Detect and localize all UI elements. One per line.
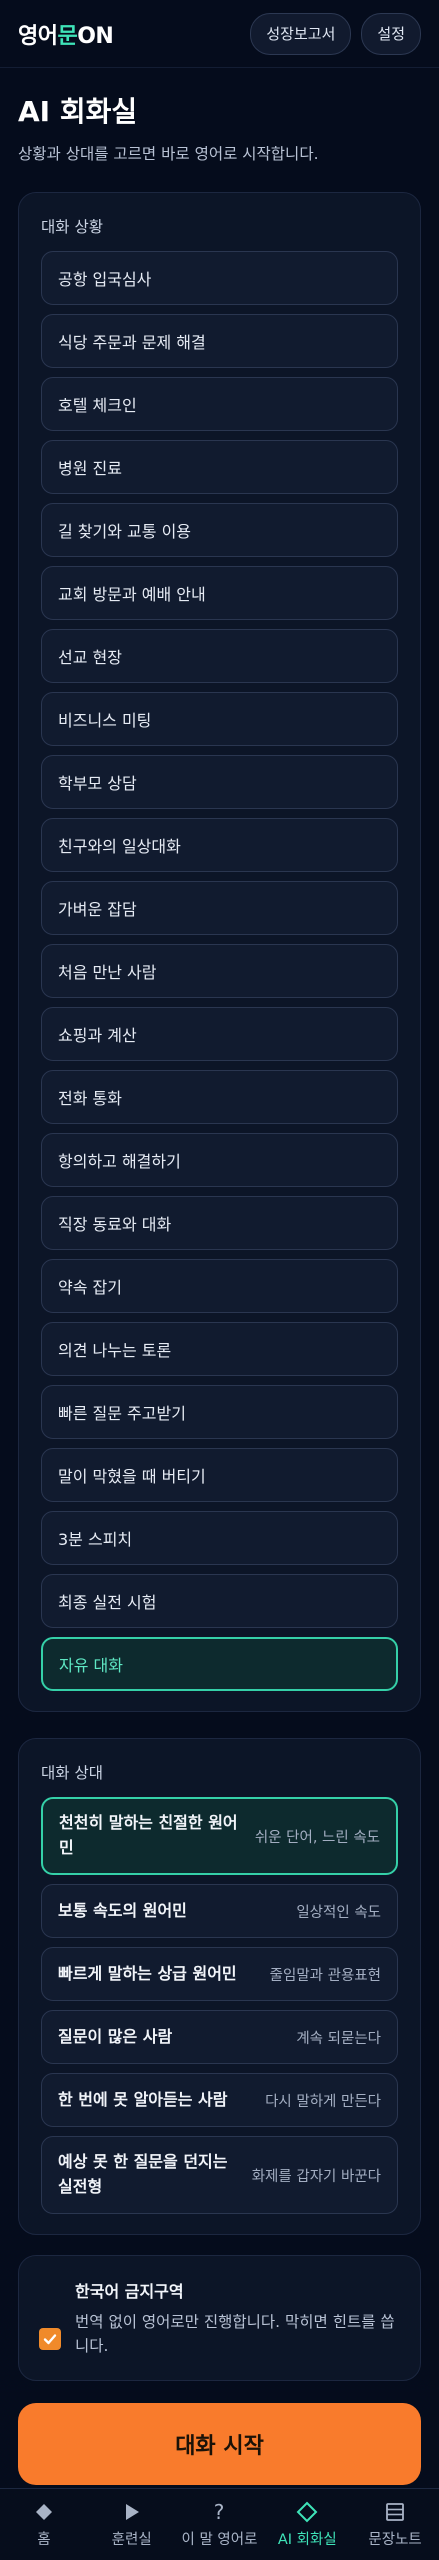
partner-option[interactable]: 예상 못 한 질문을 던지는 실전형 화제를 갑자기 바꾼다 bbox=[41, 2136, 398, 2214]
partner-name: 보통 속도의 원어민 bbox=[58, 1900, 187, 1920]
tab-item[interactable]: ? 이 말 영어로 bbox=[177, 2500, 262, 2549]
tab-item[interactable]: AI 회화실 bbox=[265, 2500, 350, 2549]
situation-label: 대화 상황 bbox=[41, 218, 103, 236]
tab-label: 홈 bbox=[37, 2532, 51, 2548]
situation-card: 대화 상황 공항 입국심사식당 주문과 문제 해결호텔 체크인병원 진료길 찾기… bbox=[18, 192, 421, 1712]
partner-desc: 줄임말과 관용표현 bbox=[269, 1967, 381, 1984]
situation-list: 공항 입국심사식당 주문과 문제 해결호텔 체크인병원 진료길 찾기와 교통 이… bbox=[41, 251, 398, 1691]
partner-name: 한 번에 못 알아듣는 사람 bbox=[58, 2089, 228, 2109]
situation-option[interactable]: 의견 나누는 토론 bbox=[41, 1322, 398, 1376]
start-conversation-button[interactable]: 대화 시작 bbox=[18, 2403, 421, 2486]
partner-option[interactable]: 천천히 말하는 친절한 원어민 쉬운 단어, 느린 속도 bbox=[41, 1797, 398, 1875]
situation-option[interactable]: 직장 동료와 대화 bbox=[41, 1196, 398, 1250]
notes-icon bbox=[385, 2500, 405, 2524]
partner-option[interactable]: 질문이 많은 사람 계속 되묻는다 bbox=[41, 2010, 398, 2064]
situation-option[interactable]: 쇼핑과 계산 bbox=[41, 1007, 398, 1061]
situation-option[interactable]: 자유 대화 bbox=[41, 1637, 398, 1691]
korean-ban-card: 한국어 금지구역 번역 없이 영어로만 진행합니다. 막히면 힌트를 씁니다. bbox=[18, 2255, 421, 2382]
partner-name: 빠르게 말하는 상급 원어민 bbox=[58, 1963, 237, 1983]
situation-option[interactable]: 병원 진료 bbox=[41, 440, 398, 494]
partner-name: 질문이 많은 사람 bbox=[58, 2026, 173, 2046]
tab-label: AI 회화실 bbox=[277, 2532, 337, 2548]
app-header: 영어문ON 성장보고서 설정 bbox=[0, 0, 439, 68]
situation-option[interactable]: 비즈니스 미팅 bbox=[41, 692, 398, 746]
main-content: AI 회화실 상황과 상대를 고르면 바로 영어로 시작합니다. 대화 상황 공… bbox=[0, 90, 439, 2486]
partner-card: 대화 상대 천천히 말하는 친절한 원어민 쉬운 단어, 느린 속도보통 속도의 … bbox=[18, 1738, 421, 2235]
partner-option[interactable]: 빠르게 말하는 상급 원어민 줄임말과 관용표현 bbox=[41, 1947, 398, 2001]
situation-option[interactable]: 말이 막혔을 때 버티기 bbox=[41, 1448, 398, 1502]
situation-option[interactable]: 항의하고 해결하기 bbox=[41, 1133, 398, 1187]
partner-desc: 다시 말하게 만든다 bbox=[265, 2093, 381, 2110]
situation-option[interactable]: 가벼운 잡담 bbox=[41, 881, 398, 935]
partner-option[interactable]: 보통 속도의 원어민 일상적인 속도 bbox=[41, 1884, 398, 1938]
situation-option[interactable]: 3분 스피치 bbox=[41, 1511, 398, 1565]
tab-item[interactable]: 문장노트 bbox=[353, 2500, 438, 2549]
partner-desc: 화제를 갑자기 바꾼다 bbox=[251, 2168, 381, 2185]
situation-option[interactable]: 학부모 상담 bbox=[41, 755, 398, 809]
check-icon bbox=[43, 2334, 57, 2345]
korean-ban-checkbox[interactable] bbox=[39, 2328, 61, 2350]
page-title: AI 회화실 bbox=[18, 95, 138, 128]
situation-option[interactable]: 길 찾기와 교통 이용 bbox=[41, 503, 398, 557]
situation-option[interactable]: 약속 잡기 bbox=[41, 1259, 398, 1313]
korean-ban-title: 한국어 금지구역 bbox=[75, 2282, 184, 2301]
situation-option[interactable]: 최종 실전 시험 bbox=[41, 1574, 398, 1628]
question-icon: ? bbox=[209, 2500, 229, 2524]
situation-option[interactable]: 교회 방문과 예배 안내 bbox=[41, 566, 398, 620]
partner-desc: 일상적인 속도 bbox=[296, 1904, 381, 1921]
settings-button[interactable]: 설정 bbox=[361, 12, 421, 55]
situation-option[interactable]: 공항 입국심사 bbox=[41, 251, 398, 305]
growth-report-button[interactable]: 성장보고서 bbox=[250, 12, 352, 55]
bottom-tab-bar: 홈 훈련실? 이 말 영어로 AI 회화실 문장노트 bbox=[0, 2488, 439, 2560]
situation-option[interactable]: 처음 만난 사람 bbox=[41, 944, 398, 998]
situation-option[interactable]: 빠른 질문 주고받기 bbox=[41, 1385, 398, 1439]
page-subtitle: 상황과 상대를 고르면 바로 영어로 시작합니다. bbox=[18, 145, 319, 163]
tab-item[interactable]: 훈련실 bbox=[89, 2500, 174, 2549]
situation-option[interactable]: 친구와의 일상대화 bbox=[41, 818, 398, 872]
situation-option[interactable]: 식당 주문과 문제 해결 bbox=[41, 314, 398, 368]
diamond-icon bbox=[34, 2500, 54, 2524]
tab-item[interactable]: 홈 bbox=[1, 2500, 86, 2549]
partner-name: 예상 못 한 질문을 던지는 실전형 bbox=[58, 2152, 228, 2196]
situation-option[interactable]: 선교 현장 bbox=[41, 629, 398, 683]
app-logo[interactable]: 영어문ON bbox=[18, 18, 114, 50]
partner-desc: 계속 되묻는다 bbox=[296, 2030, 381, 2047]
situation-option[interactable]: 호텔 체크인 bbox=[41, 377, 398, 431]
partner-list: 천천히 말하는 친절한 원어민 쉬운 단어, 느린 속도보통 속도의 원어민 일상적… bbox=[41, 1797, 398, 2214]
korean-ban-desc: 번역 없이 영어로만 진행합니다. 막히면 힌트를 씁니다. bbox=[75, 2313, 395, 2356]
play-icon bbox=[122, 2500, 142, 2524]
tab-label: 훈련실 bbox=[111, 2532, 152, 2548]
tab-label: 이 말 영어로 bbox=[181, 2532, 258, 2548]
diamond-outline-icon bbox=[296, 2500, 318, 2524]
svg-text:?: ? bbox=[214, 2501, 225, 2523]
partner-desc: 쉬운 단어, 느린 속도 bbox=[254, 1829, 380, 1846]
tab-label: 문장노트 bbox=[368, 2532, 422, 2548]
partner-option[interactable]: 한 번에 못 알아듣는 사람 다시 말하게 만든다 bbox=[41, 2073, 398, 2127]
situation-option[interactable]: 전화 통화 bbox=[41, 1070, 398, 1124]
partner-name: 천천히 말하는 친절한 원어민 bbox=[59, 1813, 238, 1857]
partner-label: 대화 상대 bbox=[41, 1764, 103, 1782]
